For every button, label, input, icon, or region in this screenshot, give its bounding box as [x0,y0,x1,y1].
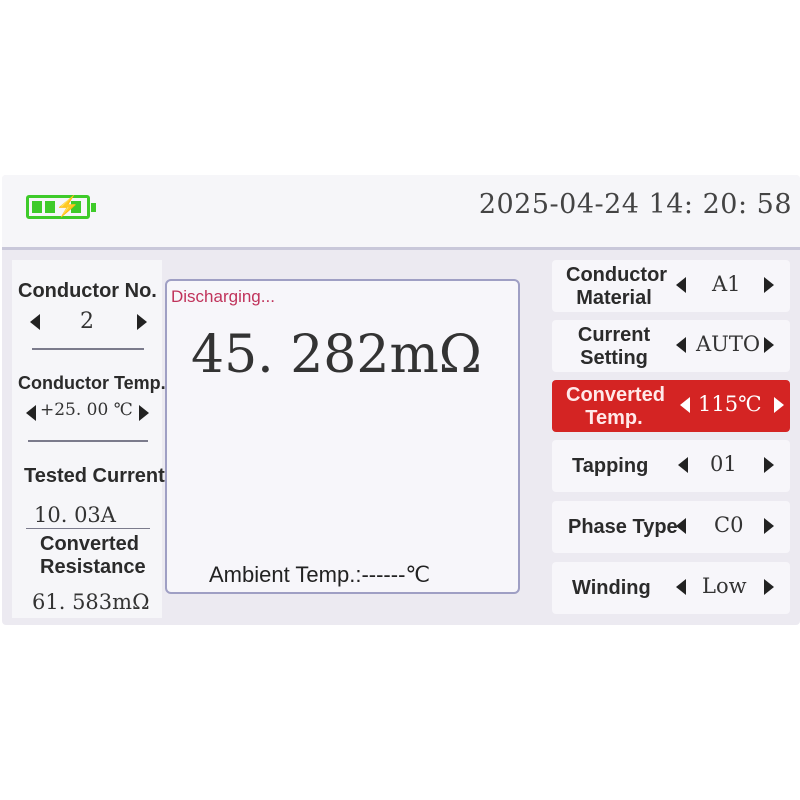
setting-winding[interactable]: Winding Low [552,562,790,614]
prev-arrow[interactable] [676,518,686,534]
prev-arrow[interactable] [676,277,686,293]
setting-label-2: Temp. [585,407,643,429]
prev-arrow[interactable] [676,579,686,595]
next-arrow[interactable] [764,457,774,473]
setting-value: A1 [712,272,741,296]
converted-resistance-label: Converted [40,533,139,555]
resistance-reading: 45. 282mΩ [191,325,482,385]
prev-arrow[interactable] [676,337,686,353]
conductor-no-value: 2 [80,309,94,334]
left-info-panel: Conductor No. 2 Conductor Temp. +25. 00 … [12,260,166,618]
setting-value: AUTO [696,332,761,356]
ambient-temp: Ambient Temp.:------℃ [209,562,431,587]
setting-value: Low [702,574,747,598]
tested-current-value: 10. 03A [34,503,116,527]
setting-current[interactable]: Current Setting AUTO [552,320,790,372]
next-arrow[interactable] [764,277,774,293]
prev-arrow[interactable] [678,457,688,473]
setting-label: Conductor [566,264,668,286]
setting-label: Converted [566,384,665,406]
conductor-no-label: Conductor No. [18,280,157,302]
tested-current-label: Tested Current [24,465,165,487]
next-arrow[interactable] [774,397,784,413]
measurement-panel: Discharging... 45. 282mΩ Ambient Temp.:-… [165,279,520,594]
next-arrow[interactable] [764,579,774,595]
status-bar: ⚡ 2025-04-24 14: 20: 58 [2,175,800,250]
conductor-temp-value: +25. 00 ℃ [40,400,133,420]
setting-label-2: Material [576,287,652,309]
battery-charging-icon: ⚡ [26,195,96,219]
setting-value: C0 [714,513,744,537]
setting-phase-type[interactable]: Phase Type C0 [552,501,790,553]
setting-tapping[interactable]: Tapping 01 [552,440,790,492]
converted-resistance-value: 61. 583mΩ [32,590,150,614]
setting-label: Current [577,324,651,346]
status-text: Discharging... [171,287,275,306]
next-arrow[interactable] [764,337,774,353]
conductor-no-prev-arrow[interactable] [30,314,40,330]
setting-value: 01 [710,452,737,476]
converted-resistance-label-2: Resistance [40,556,146,578]
next-arrow[interactable] [764,518,774,534]
conductor-temp-next-arrow[interactable] [139,405,149,421]
conductor-temp-prev-arrow[interactable] [26,405,36,421]
setting-label: Tapping [572,455,649,477]
conductor-temp-label: Conductor Temp. [18,373,166,393]
device-screen: ⚡ 2025-04-24 14: 20: 58 Conductor No. 2 … [2,175,800,625]
conductor-no-next-arrow[interactable] [137,314,147,330]
setting-label-2: Setting [580,347,648,369]
prev-arrow[interactable] [680,397,690,413]
date-time: 2025-04-24 14: 20: 58 [478,189,792,220]
setting-converted-temp[interactable]: Converted Temp. 115℃ [552,380,790,432]
setting-label: Winding [572,577,651,599]
setting-value: 115℃ [698,392,762,416]
setting-label: Phase Type [568,516,678,538]
setting-conductor-material[interactable]: Conductor Material A1 [552,260,790,312]
